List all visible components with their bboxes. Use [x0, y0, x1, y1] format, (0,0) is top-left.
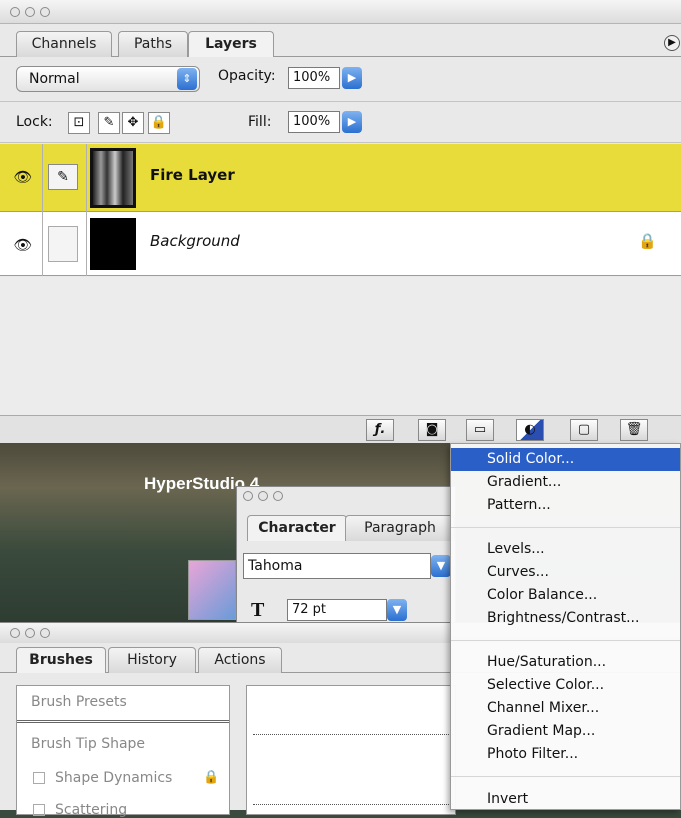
- layer-row-background[interactable]: 👁 Background 🔒: [0, 212, 681, 276]
- layers-tab-bar: Channels Paths Layers ▶: [0, 31, 681, 57]
- menu-separator: [451, 527, 680, 528]
- font-size-dropdown-arrow-icon[interactable]: ▼: [387, 599, 407, 621]
- background-layer-thumbnail: [90, 218, 136, 270]
- new-layer-icon[interactable]: ▢: [570, 419, 598, 441]
- visibility-eye-icon[interactable]: 👁: [8, 164, 38, 190]
- brush-presets-item[interactable]: Brush Presets: [31, 694, 127, 710]
- opacity-slider-arrow-icon[interactable]: ▶: [342, 67, 362, 89]
- padlock-icon: 🔒: [203, 770, 220, 785]
- lock-all-padlock-icon[interactable]: 🔒: [148, 112, 170, 134]
- menu-separator: [451, 640, 680, 641]
- font-size-icon: T: [251, 599, 265, 621]
- menu-item-gradient-map[interactable]: Gradient Map...: [451, 720, 680, 743]
- tab-actions[interactable]: Actions: [198, 647, 282, 673]
- lock-transparency-icon[interactable]: ⊡: [68, 112, 90, 134]
- lock-row: Lock: ⊡ ✎ ✥ 🔒 Fill: 100% ▶: [0, 101, 681, 143]
- shape-dynamics-item[interactable]: Shape Dynamics: [55, 770, 172, 786]
- blend-mode-value: Normal: [29, 71, 80, 87]
- layer-mask-icon[interactable]: ◙: [418, 419, 446, 441]
- menu-item-pattern[interactable]: Pattern...: [451, 494, 680, 517]
- fire-layer-thumbnail: [90, 148, 136, 208]
- layers-bottom-toolbar: ƒ. ◙ ▭ ◐ ▢ 🗑: [0, 415, 681, 443]
- menu-item-levels[interactable]: Levels...: [451, 538, 680, 561]
- minimize-window-icon[interactable]: [25, 7, 35, 17]
- lock-paint-brush-icon[interactable]: ✎: [98, 112, 120, 134]
- menu-item-color-balance[interactable]: Color Balance...: [451, 584, 680, 607]
- layers-titlebar[interactable]: [0, 0, 681, 24]
- layer-link-empty-icon[interactable]: [48, 226, 78, 262]
- brush-preview-area: [246, 685, 456, 815]
- menu-item-brightness-contrast[interactable]: Brightness/Contrast...: [451, 607, 680, 630]
- close-window-icon[interactable]: [10, 7, 20, 17]
- tab-channels[interactable]: Channels: [16, 31, 112, 57]
- trash-icon[interactable]: 🗑: [620, 419, 648, 441]
- menu-item-curves[interactable]: Curves...: [451, 561, 680, 584]
- menu-item-channel-mixer[interactable]: Channel Mixer...: [451, 697, 680, 720]
- layer-name-fire[interactable]: Fire Layer: [150, 166, 235, 184]
- column-divider: [42, 144, 43, 276]
- column-divider: [86, 144, 87, 276]
- character-panel: Character Paragraph Tahoma ▼ T 72 pt ▼: [236, 486, 456, 626]
- menu-item-hue-saturation[interactable]: Hue/Saturation...: [451, 651, 680, 674]
- divider: [17, 720, 229, 723]
- brush-stroke-preview: [253, 804, 453, 805]
- menu-item-gradient[interactable]: Gradient...: [451, 471, 680, 494]
- font-dropdown-arrow-icon[interactable]: ▼: [431, 555, 451, 577]
- minimize-window-icon[interactable]: [25, 628, 35, 638]
- fill-slider-arrow-icon[interactable]: ▶: [342, 111, 362, 133]
- fill-input[interactable]: 100%: [288, 111, 340, 133]
- tab-brushes[interactable]: Brushes: [16, 647, 106, 673]
- minimize-window-icon[interactable]: [258, 491, 268, 501]
- new-group-folder-icon[interactable]: ▭: [466, 419, 494, 441]
- menu-separator: [451, 776, 680, 777]
- layer-style-fx-icon[interactable]: ƒ.: [366, 419, 394, 441]
- tab-paths[interactable]: Paths: [118, 31, 188, 57]
- layer-name-background[interactable]: Background: [150, 232, 240, 250]
- lock-move-icon[interactable]: ✥: [122, 112, 144, 134]
- tab-layers[interactable]: Layers: [188, 31, 274, 57]
- blend-mode-select[interactable]: Normal ⇕: [16, 66, 200, 92]
- shape-dynamics-checkbox-icon[interactable]: [33, 772, 45, 784]
- tab-character[interactable]: Character: [247, 515, 347, 541]
- menu-item-selective-color[interactable]: Selective Color...: [451, 674, 680, 697]
- layer-row-fire[interactable]: 👁 ✎ Fire Layer: [0, 144, 681, 212]
- menu-item-photo-filter[interactable]: Photo Filter...: [451, 743, 680, 766]
- layer-padlock-icon: 🔒: [638, 232, 657, 250]
- font-family-select[interactable]: Tahoma: [243, 553, 431, 579]
- close-window-icon[interactable]: [10, 628, 20, 638]
- tab-history[interactable]: History: [108, 647, 196, 673]
- tab-paragraph[interactable]: Paragraph: [345, 515, 455, 541]
- layers-list-empty-area: [0, 277, 681, 415]
- layer-link-brush-icon[interactable]: ✎: [48, 164, 78, 190]
- select-arrows-icon: ⇕: [177, 68, 197, 90]
- opacity-input[interactable]: 100%: [288, 67, 340, 89]
- menu-item-solid-color[interactable]: Solid Color...: [451, 448, 680, 471]
- butterfly-image: [188, 560, 236, 620]
- lock-label: Lock:: [16, 114, 53, 130]
- opacity-label: Opacity:: [218, 68, 276, 84]
- scattering-checkbox-icon[interactable]: [33, 804, 45, 816]
- zoom-window-icon[interactable]: [40, 628, 50, 638]
- zoom-window-icon[interactable]: [273, 491, 283, 501]
- brush-options-list: Brush Presets Brush Tip Shape Shape Dyna…: [16, 685, 230, 818]
- scattering-item[interactable]: Scattering: [55, 802, 127, 818]
- zoom-window-icon[interactable]: [40, 7, 50, 17]
- font-size-input[interactable]: 72 pt: [287, 599, 387, 621]
- panel-menu-arrow-icon[interactable]: ▶: [664, 35, 680, 51]
- menu-item-invert[interactable]: Invert: [451, 788, 680, 811]
- visibility-eye-icon[interactable]: 👁: [8, 232, 38, 258]
- layers-panel: Channels Paths Layers ▶ Normal ⇕ Opacity…: [0, 0, 681, 443]
- brush-tip-shape-item[interactable]: Brush Tip Shape: [31, 736, 145, 752]
- adjustment-layer-menu: Solid Color... Gradient... Pattern... Le…: [450, 443, 681, 810]
- brush-stroke-preview: [253, 734, 453, 735]
- adjustment-layer-icon[interactable]: ◐: [516, 419, 544, 441]
- close-window-icon[interactable]: [243, 491, 253, 501]
- fill-label: Fill:: [248, 114, 272, 130]
